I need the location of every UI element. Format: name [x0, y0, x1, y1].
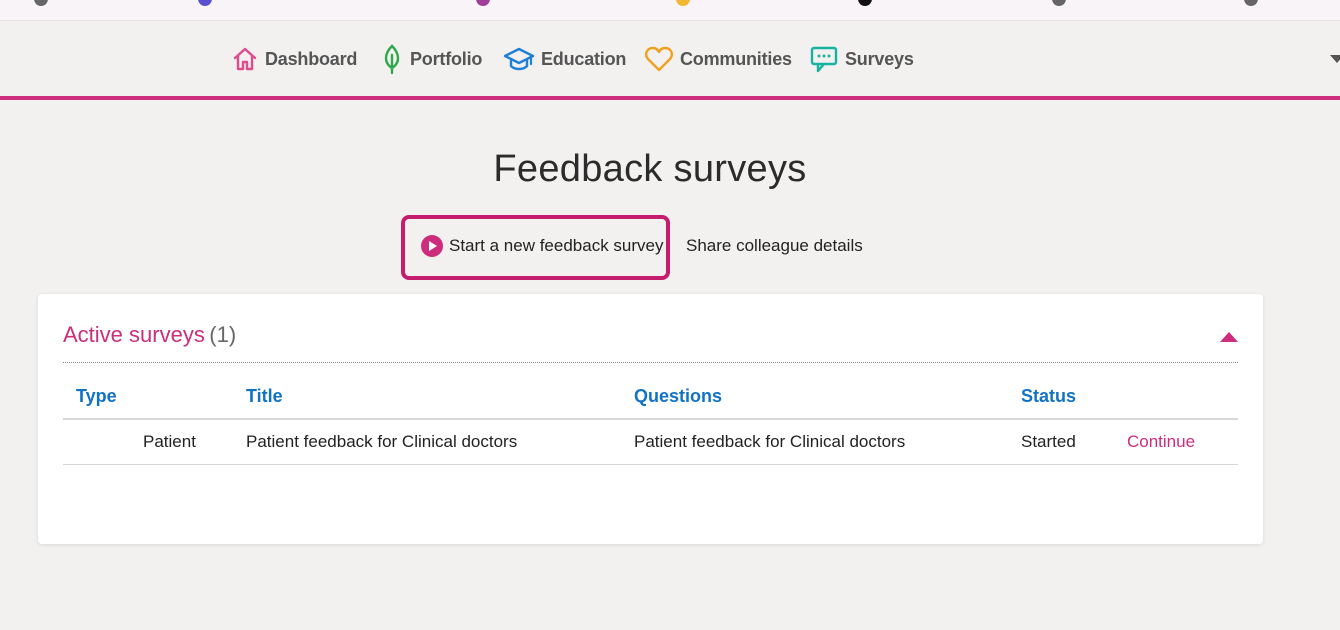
column-header-status[interactable]: Status [1008, 374, 1114, 420]
house-icon [233, 47, 257, 71]
share-colleague-details-link[interactable]: Share colleague details [686, 236, 863, 256]
bookmark-icon[interactable] [34, 0, 48, 6]
speech-bubble-icon [810, 46, 838, 73]
bookmark-icon[interactable] [476, 0, 490, 6]
cell-title: Patient feedback for Clinical doctors [233, 419, 621, 465]
column-header-questions[interactable]: Questions [621, 374, 1008, 420]
graduation-cap-icon [503, 47, 535, 71]
active-surveys-heading: Active surveys [63, 322, 205, 347]
active-surveys-panel: Active surveys (1) Type Title Questions … [38, 294, 1263, 544]
heart-icon [645, 46, 673, 72]
nav-item-surveys[interactable]: Surveys [809, 43, 914, 75]
play-icon [421, 235, 443, 257]
nav-label-dashboard: Dashboard [265, 48, 358, 69]
nav-label-education: Education [541, 48, 627, 69]
chevron-down-icon[interactable] [1330, 55, 1340, 63]
collapse-up-icon[interactable] [1220, 332, 1238, 342]
bookmark-icon[interactable] [198, 0, 212, 6]
active-surveys-count: (1) [209, 322, 237, 347]
leaf-icon [384, 44, 400, 75]
bookmark-icon[interactable] [676, 0, 690, 6]
browser-bookmarks-strip [0, 0, 1340, 21]
nav-label-portfolio: Portfolio [410, 48, 483, 69]
main-navigation: Dashboard Portfolio Education Communitie… [0, 21, 1340, 100]
cell-status: Started [1008, 419, 1114, 465]
column-header-type[interactable]: Type [63, 374, 233, 420]
cell-action: Continue [1114, 419, 1238, 465]
start-new-survey-button[interactable]: Start a new feedback survey [401, 215, 670, 280]
page-title: Feedback surveys [493, 148, 807, 190]
nav-item-communities[interactable]: Communities [644, 43, 792, 75]
table-header-row: Type Title Questions Status [63, 374, 1238, 420]
nav-item-dashboard[interactable]: Dashboard [231, 43, 357, 75]
bookmark-icon[interactable] [1244, 0, 1258, 6]
cell-type: Patient [63, 419, 233, 465]
surveys-table: Type Title Questions Status Patient Pati… [63, 374, 1238, 465]
active-surveys-header: Active surveys (1) [63, 322, 1238, 363]
cell-questions: Patient feedback for Clinical doctors [621, 419, 1008, 465]
bookmark-icon[interactable] [858, 0, 872, 6]
table-row: Patient Patient feedback for Clinical do… [63, 419, 1238, 465]
column-header-title[interactable]: Title [233, 374, 621, 420]
nav-label-surveys: Surveys [845, 48, 914, 69]
nav-label-communities: Communities [680, 48, 792, 69]
start-new-survey-label: Start a new feedback survey [449, 236, 664, 255]
bookmark-icon[interactable] [1052, 0, 1066, 6]
continue-link[interactable]: Continue [1127, 432, 1195, 451]
nav-item-portfolio[interactable]: Portfolio [380, 43, 482, 75]
nav-item-education[interactable]: Education [503, 43, 626, 75]
column-header-action [1114, 374, 1238, 420]
